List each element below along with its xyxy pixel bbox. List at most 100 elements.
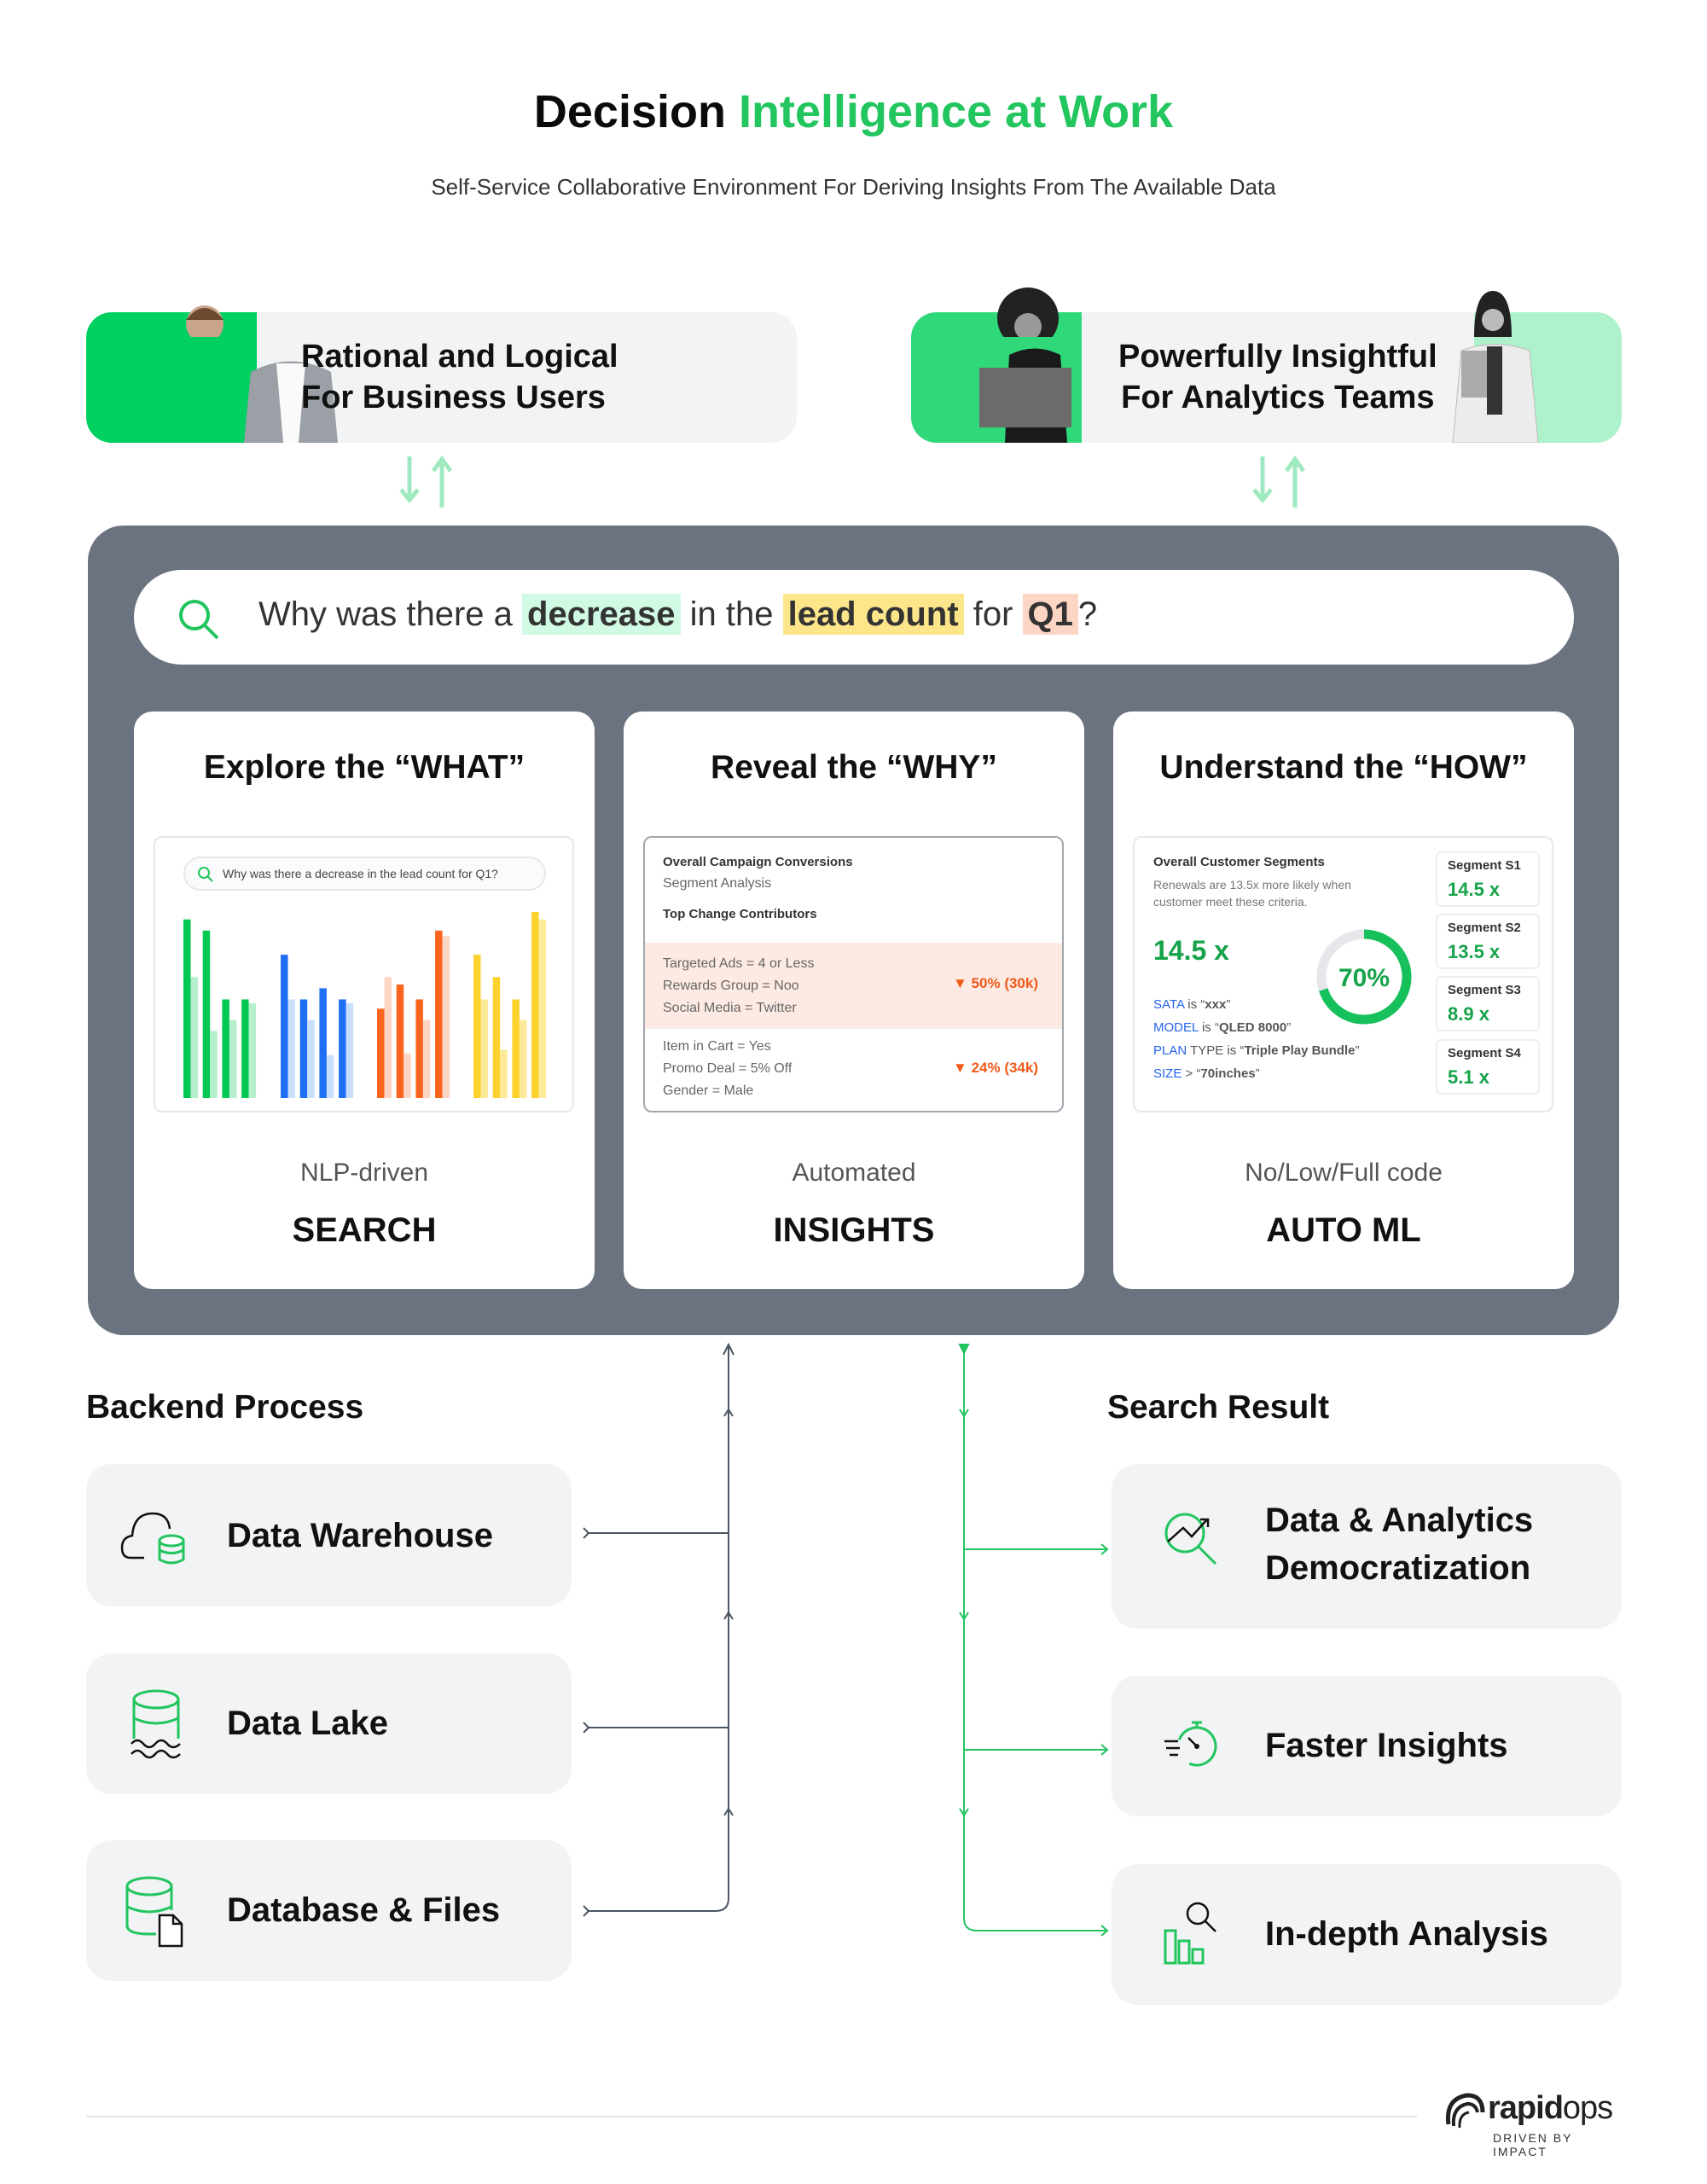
footer-divider bbox=[86, 2116, 1417, 2117]
mini-chart-bar bbox=[190, 977, 198, 1098]
result-item-democratization: Data & Analytics Democratization bbox=[1112, 1464, 1622, 1629]
criteria-list: SATA is “xxx” MODEL is “QLED 8000” PLAN … bbox=[1153, 997, 1360, 1081]
mini-chart-panel: Why was there a decrease in the lead cou… bbox=[154, 836, 574, 1112]
contributors-title: Top Change Contributors bbox=[663, 907, 817, 921]
panel-title: Overall Campaign Conversions bbox=[663, 855, 853, 869]
change-value: ▼ 24% (34k) bbox=[953, 1060, 1038, 1076]
mini-chart-bar bbox=[519, 1019, 527, 1098]
mini-chart-bar bbox=[538, 919, 547, 1098]
segment-card: Segment S2 13.5 x bbox=[1436, 914, 1540, 969]
mini-chart-bar bbox=[229, 1019, 237, 1098]
insights-panel: Overall Campaign Conversions Segment Ana… bbox=[643, 836, 1064, 1112]
mini-chart-bar bbox=[241, 999, 249, 1098]
card-label: SEARCH bbox=[292, 1211, 437, 1249]
mini-chart-bar bbox=[404, 1053, 411, 1098]
segment-card: Segment S1 14.5 x bbox=[1436, 851, 1540, 907]
mini-chart-bar bbox=[319, 988, 327, 1098]
stopwatch-icon bbox=[1164, 1721, 1217, 1767]
mini-chart-bar bbox=[442, 936, 450, 1098]
backend-connector bbox=[583, 1342, 734, 1917]
card-title: Understand the “HOW” bbox=[1159, 749, 1528, 786]
mini-chart-bar bbox=[248, 1002, 257, 1098]
rapidops-logo-mark bbox=[1445, 2093, 1485, 2129]
card-understand-how: Understand the “HOW” Overall Customer Se… bbox=[1113, 712, 1574, 1289]
mini-chart-bar bbox=[345, 1002, 354, 1098]
cloud-database-icon bbox=[120, 1512, 185, 1565]
item-label: Data Warehouse bbox=[227, 1517, 493, 1554]
likelihood-value: 14.5 x bbox=[1153, 935, 1229, 966]
mini-chart-bar bbox=[222, 999, 229, 1098]
item-label: Data & Analytics Democratization bbox=[1265, 1502, 1534, 1587]
contributor-row: Item in Cart = Yes Promo Deal = 5% Off Gen… bbox=[645, 1028, 1062, 1111]
mini-chart-bar bbox=[377, 1008, 385, 1098]
search-bar[interactable]: Why was there a decrease in the lead cou… bbox=[134, 570, 1574, 665]
bar-chart-search-icon bbox=[1164, 1902, 1216, 1965]
mini-chart-bar bbox=[384, 977, 392, 1098]
change-value: ▼ 50% (30k) bbox=[953, 975, 1038, 991]
banner-text: Powerfully Insightful For Analytics Teams bbox=[1118, 339, 1437, 415]
item-label: In-depth Analysis bbox=[1265, 1915, 1548, 1953]
search-result-heading: Search Result bbox=[1107, 1389, 1330, 1426]
card-title: Reveal the “WHY” bbox=[711, 749, 997, 786]
mini-chart-bar bbox=[299, 999, 308, 1098]
segment-card: Segment S4 5.1 x bbox=[1436, 1039, 1540, 1095]
business-user-head bbox=[186, 305, 224, 337]
card-label: INSIGHTS bbox=[773, 1211, 935, 1249]
item-label: Data Lake bbox=[227, 1705, 388, 1742]
svg-text:70%: 70% bbox=[1338, 964, 1390, 992]
mini-bar-chart bbox=[183, 912, 547, 1098]
backend-item-data-lake: Data Lake bbox=[86, 1653, 572, 1794]
mini-chart-bar bbox=[396, 985, 404, 1098]
mini-chart-bar bbox=[480, 999, 488, 1098]
segment-card: Segment S3 8.9 x bbox=[1436, 976, 1540, 1031]
page-title: Decision Intelligence at Work bbox=[533, 86, 1174, 137]
card-label: AUTO ML bbox=[1266, 1211, 1421, 1249]
mini-chart-bar bbox=[210, 1031, 218, 1098]
card-subtitle: No/Low/Full code bbox=[1245, 1159, 1443, 1187]
mini-chart-bar bbox=[287, 999, 295, 1098]
database-file-icon bbox=[125, 1876, 183, 1948]
page-subtitle: Self-Service Collaborative Environment F… bbox=[431, 174, 1276, 200]
mini-chart-bar bbox=[422, 1019, 431, 1098]
rapidops-logo: rapidops DRIVEN BY IMPACT bbox=[1443, 2088, 1627, 2158]
search-query[interactable]: Why was there a decrease in the lead cou… bbox=[258, 594, 1097, 635]
item-label: Database & Files bbox=[227, 1891, 501, 1929]
mini-chart-bar bbox=[500, 1049, 508, 1098]
backend-item-database-files: Database & Files bbox=[86, 1840, 572, 1981]
mini-chart-bar bbox=[492, 977, 501, 1098]
mini-chart-bar bbox=[531, 912, 539, 1098]
segments-panel: Overall Customer Segments Renewals are 1… bbox=[1133, 836, 1553, 1112]
backend-item-data-warehouse: Data Warehouse bbox=[86, 1464, 572, 1606]
panel-title: Overall Customer Segments bbox=[1153, 855, 1325, 869]
card-reveal-why: Reveal the “WHY” Overall Campaign Conver… bbox=[624, 712, 1084, 1289]
analyst-2-head bbox=[1474, 291, 1512, 337]
backend-process-heading: Backend Process bbox=[86, 1389, 364, 1426]
banner-text: Rational and Logical For Business Users bbox=[301, 339, 618, 415]
panel-subtitle: Segment Analysis bbox=[663, 876, 772, 891]
result-item-in-depth-analysis: In-depth Analysis bbox=[1112, 1864, 1622, 2005]
data-lake-icon bbox=[131, 1689, 181, 1759]
mini-chart-bar bbox=[307, 1019, 315, 1098]
mini-chart-bar bbox=[473, 955, 481, 1098]
analytics-search-icon bbox=[1164, 1513, 1217, 1565]
mini-chart-bar bbox=[326, 1054, 334, 1098]
card-title: Explore the “WHAT” bbox=[203, 749, 525, 786]
sync-arrows-icon bbox=[399, 455, 453, 508]
search-icon bbox=[179, 600, 219, 640]
card-explore-what: Explore the “WHAT” Why was there a decre… bbox=[134, 712, 595, 1289]
mini-chart-bar bbox=[281, 955, 288, 1098]
result-item-faster-insights: Faster Insights bbox=[1112, 1676, 1622, 1816]
card-subtitle: NLP-driven bbox=[299, 1159, 429, 1187]
mini-chart-bar bbox=[183, 919, 191, 1098]
card-subtitle: Automated bbox=[792, 1159, 916, 1187]
mini-chart-bar bbox=[202, 930, 211, 1098]
contributor-row: Targeted Ads = 4 or Less Rewards Group = … bbox=[645, 943, 1062, 1028]
mini-chart-bar bbox=[339, 999, 346, 1098]
analyst-1-head bbox=[997, 288, 1059, 337]
mini-chart-bar bbox=[415, 999, 423, 1098]
item-label: Faster Insights bbox=[1265, 1727, 1508, 1764]
sync-arrows-icon bbox=[1252, 455, 1306, 508]
results-connector bbox=[958, 1344, 1109, 1937]
mini-chart-bar bbox=[512, 999, 520, 1098]
mini-chart-bar bbox=[435, 930, 443, 1098]
